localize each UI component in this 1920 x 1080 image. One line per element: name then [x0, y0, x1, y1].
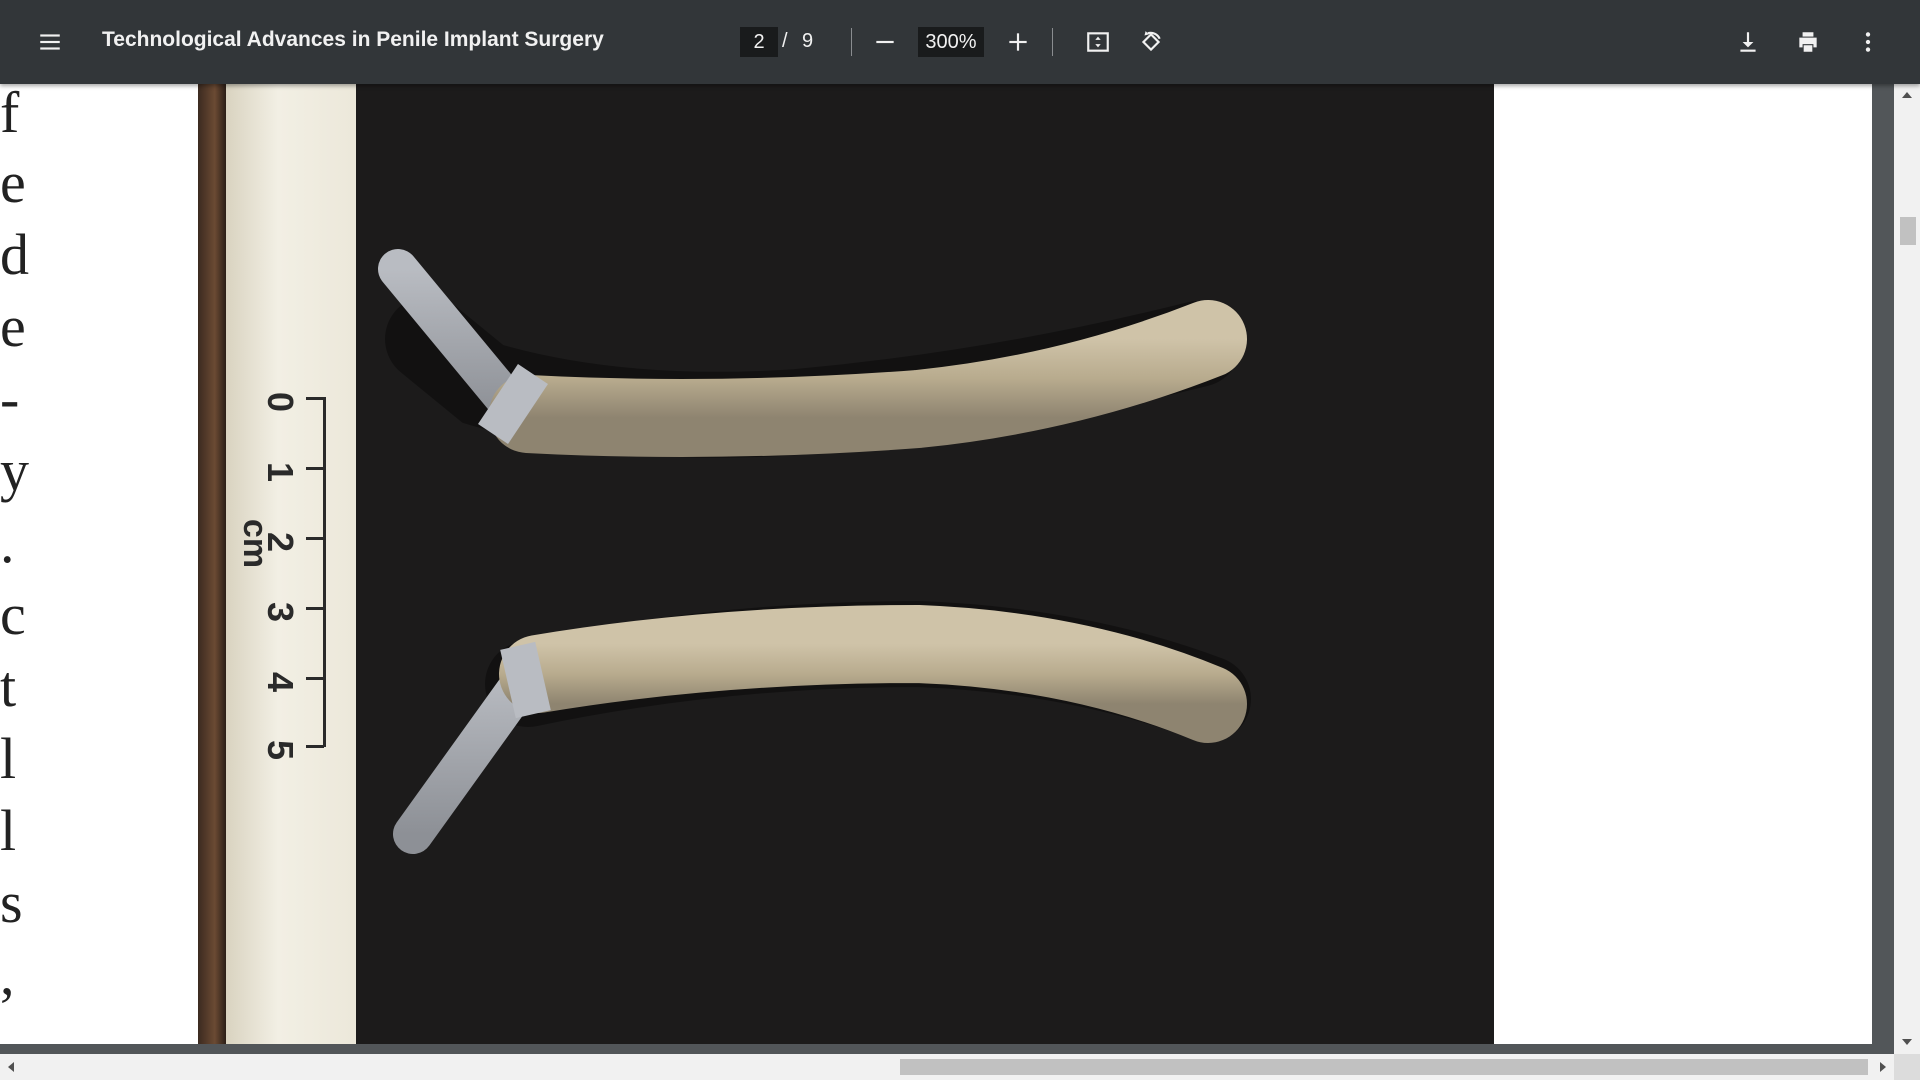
vertical-scroll-thumb[interactable] — [1900, 217, 1916, 245]
download-button[interactable] — [1728, 22, 1768, 62]
fit-page-icon — [1087, 32, 1109, 52]
scroll-up-arrow-icon[interactable] — [1902, 92, 1912, 98]
implant-cylinders-illustration — [378, 249, 1251, 854]
pdf-page: f e d e - y . c t l l s , 0 1 2 3 4 5 cm — [0, 84, 1872, 1044]
fit-page-button[interactable] — [1078, 22, 1118, 62]
text-glyph: t — [0, 654, 17, 719]
more-vert-icon — [1865, 32, 1871, 52]
page-total: 9 — [802, 30, 814, 52]
download-icon — [1740, 32, 1756, 52]
toolbar-divider — [1052, 28, 1053, 56]
text-glyph: - — [0, 366, 20, 431]
zoom-out-button[interactable] — [865, 22, 905, 62]
scrollbar-corner — [1894, 1054, 1920, 1080]
menu-icon — [40, 34, 60, 50]
rotate-button[interactable] — [1131, 22, 1171, 62]
figure-photo: 0 1 2 3 4 5 cm — [198, 84, 1494, 1044]
text-glyph: e — [0, 150, 26, 215]
text-glyph: s — [0, 870, 23, 935]
text-glyph: c — [0, 582, 26, 647]
print-icon — [1799, 32, 1817, 52]
text-glyph: , — [0, 942, 15, 1007]
zoom-out-icon — [876, 40, 894, 44]
rotate-icon — [1141, 31, 1161, 52]
page-text-fragment: f e d e - y . c t l l s , — [0, 84, 40, 1044]
more-options-button[interactable] — [1848, 22, 1888, 62]
zoom-in-button[interactable] — [998, 22, 1038, 62]
vertical-scrollbar[interactable] — [1894, 84, 1920, 1054]
document-title: Technological Advances in Penile Implant… — [102, 28, 604, 51]
pdf-toolbar: Technological Advances in Penile Implant… — [0, 0, 1920, 84]
text-glyph: l — [0, 798, 17, 863]
text-glyph: y — [0, 438, 29, 503]
zoom-in-icon — [1009, 33, 1027, 51]
print-button[interactable] — [1788, 22, 1828, 62]
page-number-input[interactable]: 2 — [740, 27, 778, 57]
scroll-left-arrow-icon[interactable] — [8, 1062, 14, 1072]
toolbar-divider — [851, 28, 852, 56]
scroll-right-arrow-icon[interactable] — [1880, 1062, 1886, 1072]
text-glyph: . — [0, 510, 15, 575]
text-glyph: f — [0, 84, 20, 145]
scroll-down-arrow-icon[interactable] — [1902, 1039, 1912, 1045]
lower-cylinder — [393, 600, 1251, 854]
horizontal-scroll-thumb[interactable] — [900, 1059, 1868, 1075]
pdf-viewer[interactable]: f e d e - y . c t l l s , 0 1 2 3 4 5 cm — [0, 84, 1872, 1054]
menu-button[interactable] — [30, 22, 70, 62]
upper-cylinder — [378, 249, 1247, 458]
text-glyph: d — [0, 222, 29, 287]
horizontal-scrollbar[interactable] — [0, 1054, 1894, 1080]
page-separator: / — [782, 30, 788, 52]
text-glyph: e — [0, 294, 26, 359]
zoom-level-input[interactable]: 300% — [918, 27, 984, 57]
text-glyph: l — [0, 726, 17, 791]
